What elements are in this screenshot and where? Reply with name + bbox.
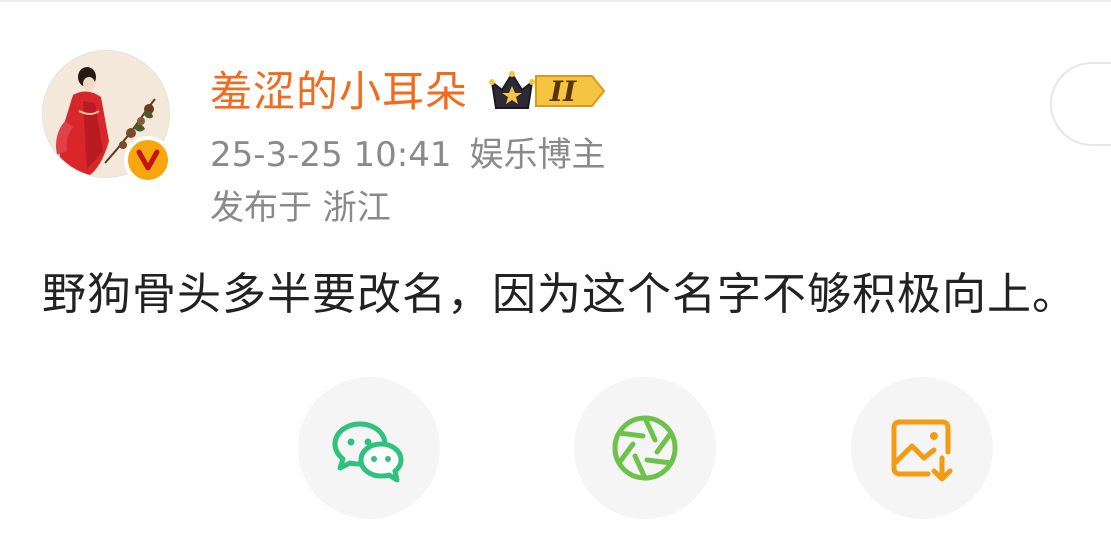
post-meta: 25-3-25 10:41 娱乐博主 <box>210 133 606 177</box>
crown-level-text: II <box>549 75 577 108</box>
post-header: 羞涩的小耳朵 II 25-3-25 10:41 娱乐博主 发布于 浙江 <box>0 0 1111 240</box>
author-category: 娱乐博主 <box>469 135 606 175</box>
username[interactable]: 羞涩的小耳朵 <box>210 64 468 120</box>
share-wechat-button[interactable] <box>298 377 440 519</box>
post-content: 野狗骨头多半要改名，因为这个名字不够积极向上。 <box>42 269 1077 320</box>
save-image-button[interactable] <box>851 377 993 519</box>
share-moments-button[interactable] <box>574 377 716 519</box>
moments-icon <box>612 415 678 481</box>
crown-level-badge[interactable]: II <box>488 66 608 116</box>
save-image-icon <box>891 419 953 482</box>
follow-button[interactable] <box>1050 62 1111 146</box>
post-timestamp: 25-3-25 10:41 <box>210 135 452 175</box>
post-location: 发布于 浙江 <box>210 188 391 228</box>
wechat-icon <box>332 421 404 483</box>
verified-v-icon <box>136 149 160 171</box>
verified-badge <box>124 136 172 184</box>
